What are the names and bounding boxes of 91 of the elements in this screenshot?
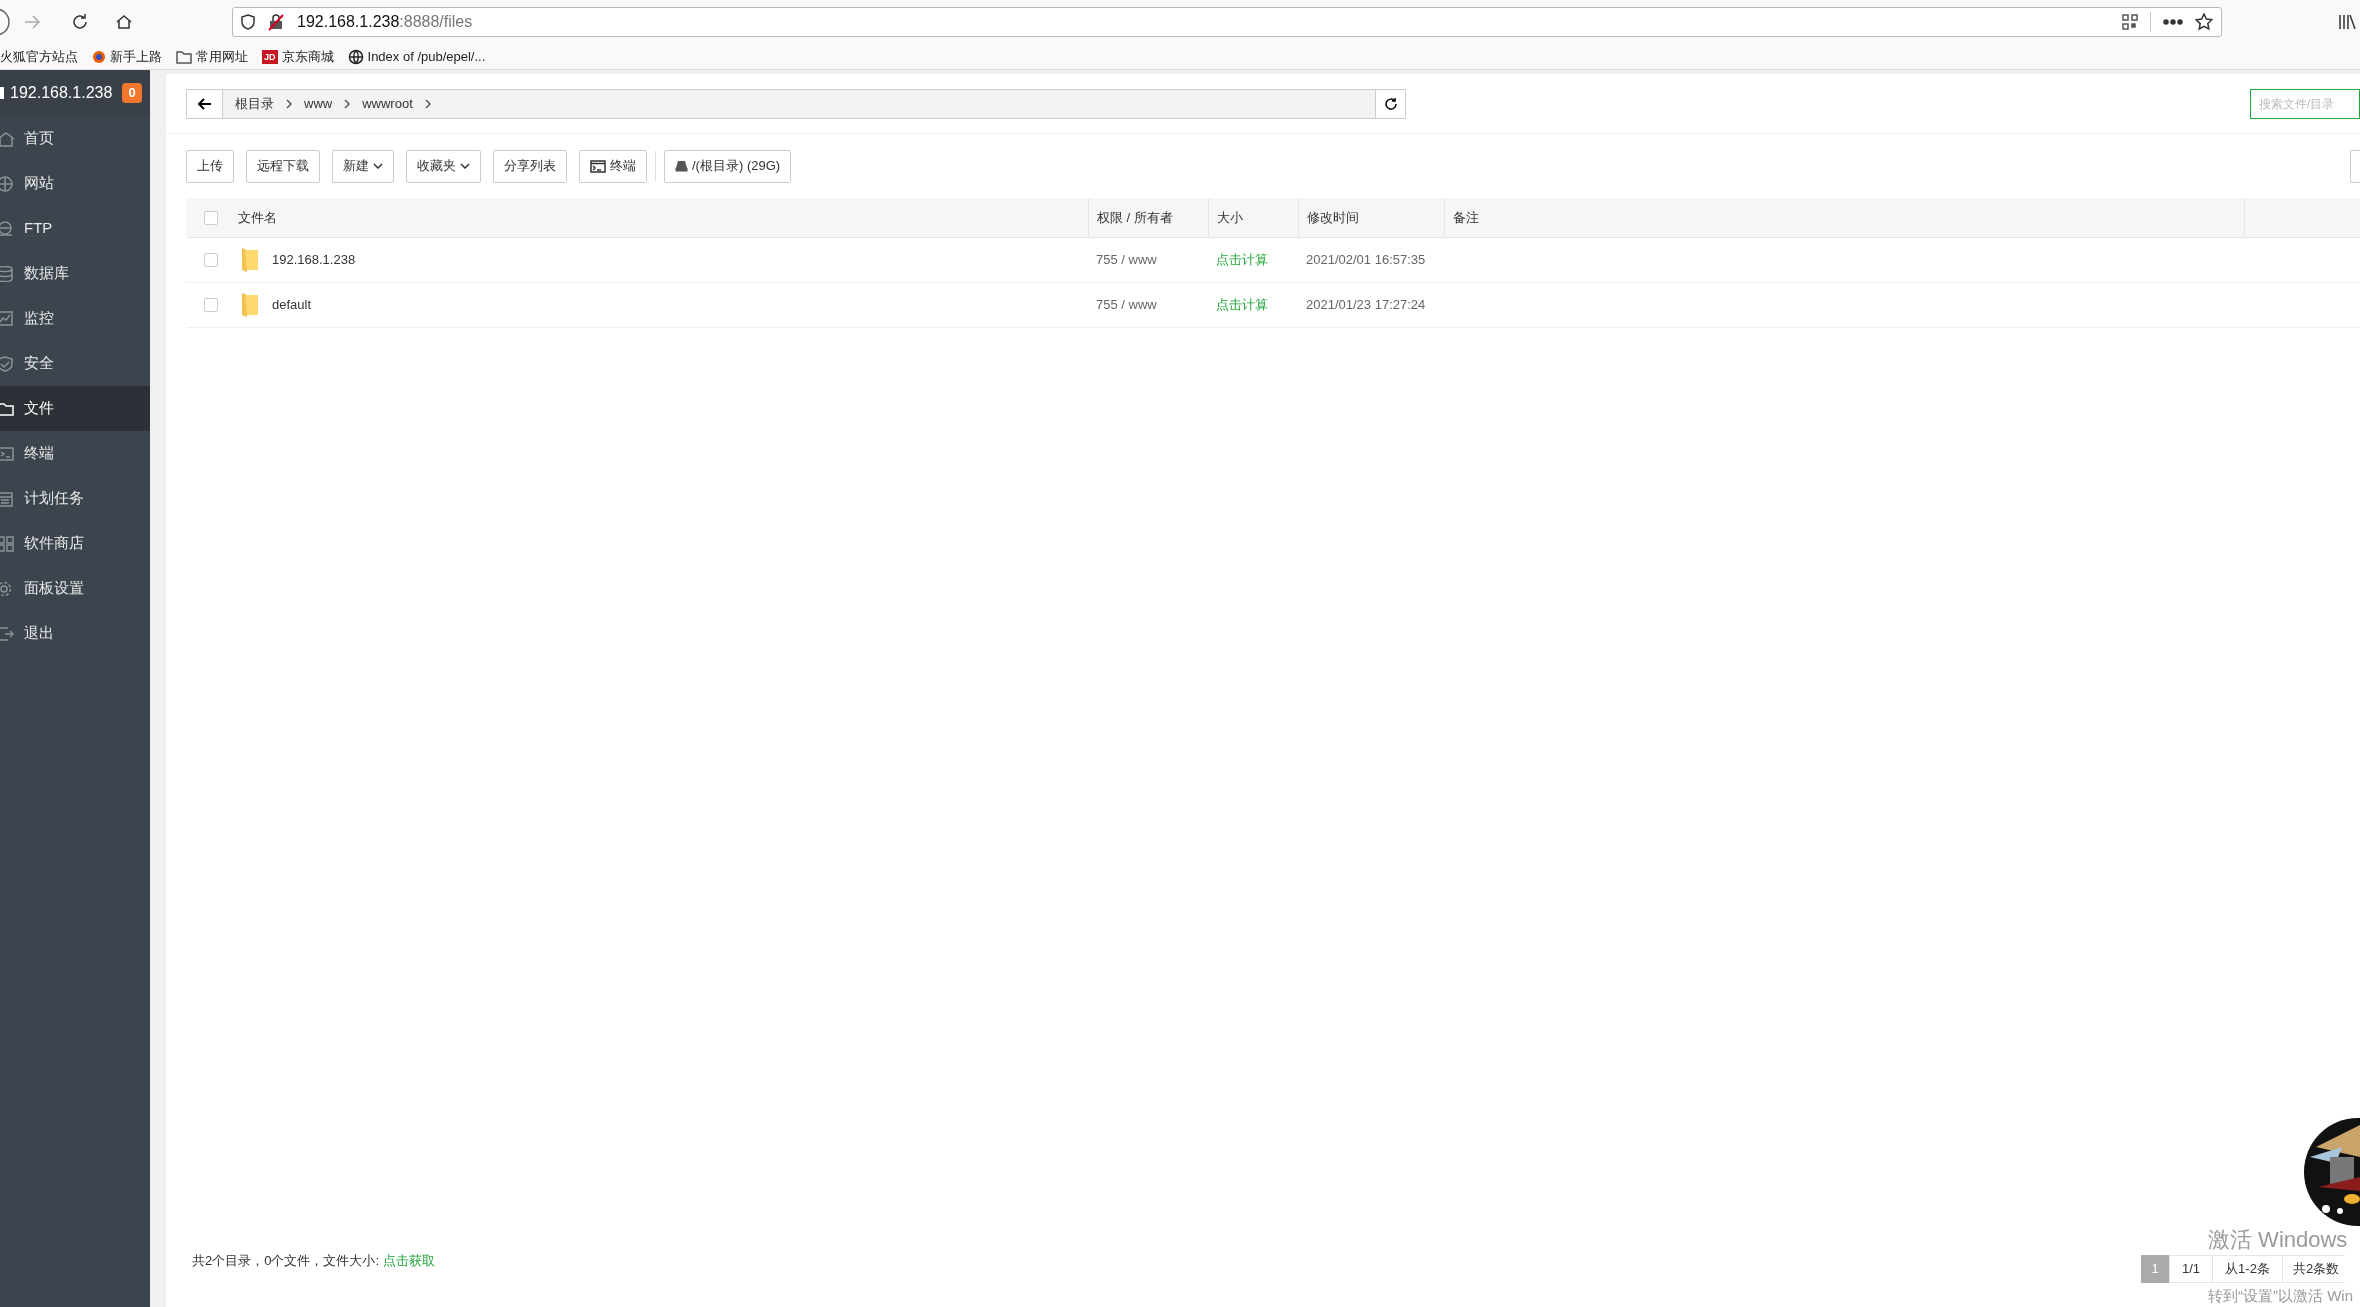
notification-badge: 0 xyxy=(122,83,142,103)
toolbar-button[interactable]: 终端 xyxy=(579,149,647,183)
page-range: 从1-2条 xyxy=(2213,1255,2283,1283)
shield-icon xyxy=(0,355,14,372)
column-header: 文件名 xyxy=(238,208,277,227)
apps-icon xyxy=(0,535,14,552)
table-cell: 755 / www xyxy=(1096,252,1157,268)
column-header: 修改时间 xyxy=(1307,208,1359,227)
sidebar-item[interactable]: 文件 xyxy=(0,386,150,431)
total-count: 共2条数 xyxy=(2282,1255,2346,1283)
sidebar-item[interactable]: 软件商店 xyxy=(0,521,150,566)
checkbox[interactable] xyxy=(204,253,218,267)
breadcrumb-link[interactable]: wwwroot xyxy=(362,93,413,114)
column-header: 备注 xyxy=(1453,208,1479,227)
folder-icon xyxy=(240,292,260,318)
chevron-right-icon xyxy=(286,98,292,109)
breadcrumb-link[interactable]: 根目录 xyxy=(235,93,274,114)
firefox-icon xyxy=(92,49,106,64)
chevron-right-icon xyxy=(344,98,351,109)
toolbar-button[interactable]: 上传 xyxy=(186,149,234,183)
sidebar-item[interactable]: 监控 xyxy=(0,296,150,341)
chevron-down-icon xyxy=(373,163,383,169)
arrow-left-icon xyxy=(197,97,212,110)
toolbar-button[interactable]: 远程下载 xyxy=(246,149,320,183)
terminal-icon xyxy=(590,159,606,173)
address-bar[interactable]: 192.168.1.238:8888/files xyxy=(232,7,2222,37)
chart-icon xyxy=(0,310,14,327)
summary-text: 共2个目录，0个文件，文件大小: xyxy=(192,1252,380,1270)
settings-icon xyxy=(0,580,14,597)
sidebar-item[interactable]: 安全 xyxy=(0,341,150,386)
exit-icon xyxy=(0,625,14,642)
table-cell: 755 / www xyxy=(1096,297,1157,313)
chevron-down-icon xyxy=(460,163,470,169)
database-icon xyxy=(0,265,14,282)
bookmark[interactable]: JD 京东商城 xyxy=(262,46,334,67)
globe-icon xyxy=(0,175,14,192)
sidebar-item[interactable]: 退出 xyxy=(0,611,150,656)
bookmark[interactable]: 常用网址 xyxy=(176,46,248,67)
jd-logo: JD xyxy=(262,49,278,64)
search-field[interactable]: 搜索文件/目录 xyxy=(2250,88,2360,119)
refresh-button[interactable] xyxy=(1375,89,1405,118)
sidebar-item[interactable]: 计划任务 xyxy=(0,476,150,521)
toolbar-button[interactable]: 分享列表 xyxy=(493,149,567,183)
sidebar-item[interactable]: 面板设置 xyxy=(0,566,150,611)
breadcrumb-link[interactable]: www xyxy=(304,93,333,114)
more-icon[interactable] xyxy=(2163,19,2183,25)
calendar-icon xyxy=(0,490,14,507)
file-name[interactable]: 192.168.1.238 xyxy=(272,250,356,270)
globe-icon xyxy=(347,48,364,65)
reload-icon[interactable] xyxy=(70,12,90,32)
activation-title: 激活 Windows xyxy=(2208,1227,2348,1253)
page-count: 1/1 xyxy=(2169,1255,2214,1283)
bookmark[interactable]: 新手上路 xyxy=(92,46,162,67)
sidebar-item[interactable]: 网站 xyxy=(0,161,150,206)
url-path: :8888/files xyxy=(399,12,473,32)
column-header: 权限 / 所有者 xyxy=(1097,208,1173,227)
sidebar-item[interactable]: 首页 xyxy=(0,116,150,161)
bookmark[interactable]: Index of /pub/epel/... xyxy=(347,46,486,67)
checkbox[interactable] xyxy=(204,298,218,312)
home-icon xyxy=(0,130,14,147)
url-host: 192.168.1.238 xyxy=(297,12,400,32)
folder-icon xyxy=(240,247,260,273)
toolbar-button[interactable]: 新建 xyxy=(332,149,394,183)
star-icon[interactable] xyxy=(2195,13,2213,31)
terminal-icon xyxy=(0,445,14,462)
disk-button[interactable]: /(根目录) (29G) xyxy=(664,149,792,183)
toolbar-button[interactable]: 收藏夹 xyxy=(406,149,481,183)
disk-icon xyxy=(675,160,688,172)
sidebar-item[interactable]: 终端 xyxy=(0,431,150,476)
file-name[interactable]: default xyxy=(272,295,312,315)
activation-hint: 转到“设置”以激活 Win xyxy=(2208,1286,2353,1306)
folder-icon xyxy=(176,49,192,64)
shield-icon xyxy=(241,14,255,30)
home-icon[interactable] xyxy=(114,12,134,32)
qr-code-icon[interactable] xyxy=(2122,14,2138,30)
network-icon xyxy=(0,220,14,237)
chevron-right-icon xyxy=(424,98,431,109)
folder-icon xyxy=(0,400,14,417)
view-toggle-button[interactable] xyxy=(2350,149,2360,183)
sidebar-item[interactable]: 数据库 xyxy=(0,251,150,296)
table-cell: 2021/01/23 17:27:24 xyxy=(1306,297,1426,313)
library-icon[interactable] xyxy=(2338,13,2356,31)
sidebar-item[interactable]: FTP xyxy=(0,206,150,251)
checkbox[interactable] xyxy=(204,210,218,225)
table-cell: 2021/02/01 16:57:35 xyxy=(1306,252,1426,268)
column-header: 大小 xyxy=(1217,208,1243,227)
back-button[interactable] xyxy=(187,89,223,118)
bookmark[interactable]: 火狐官方站点 xyxy=(0,46,78,67)
insecure-lock-icon xyxy=(267,13,285,31)
server-name: 192.168.1.238 xyxy=(10,83,113,103)
refresh-icon xyxy=(1383,96,1398,111)
